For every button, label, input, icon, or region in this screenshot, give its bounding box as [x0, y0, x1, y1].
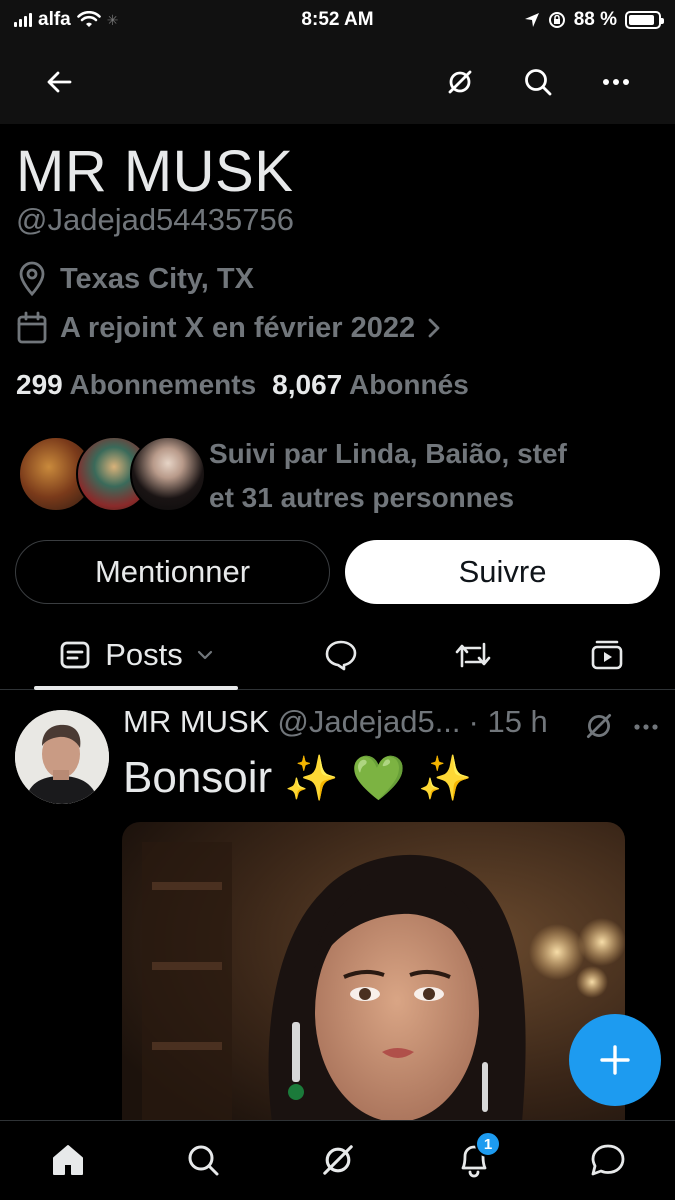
tab-posts-label: Posts: [105, 637, 183, 672]
active-tab-indicator: [34, 686, 238, 690]
mention-button[interactable]: Mentionner: [15, 540, 330, 604]
followed-by[interactable]: Suivi par Linda, Baião, stef et 31 autre…: [16, 432, 656, 522]
location-arrow-icon: [524, 13, 539, 27]
activity-spinner-icon: ✳: [106, 11, 119, 28]
post-grok-icon[interactable]: [583, 710, 615, 747]
messages-icon[interactable]: [583, 1135, 633, 1185]
followed-by-line2: et 31 autres personnes: [209, 482, 515, 513]
profile-location: Texas City, TX: [16, 261, 254, 297]
back-arrow-icon[interactable]: [37, 60, 81, 104]
following-label: Abonnements: [69, 369, 257, 400]
following-link[interactable]: 299 Abonnements: [16, 369, 256, 401]
sparkles-emoji: ✨: [417, 754, 473, 803]
repost-icon: [455, 642, 491, 668]
post-author-avatar[interactable]: [15, 710, 109, 804]
notifications-icon[interactable]: 1: [449, 1131, 501, 1185]
wifi-icon: [76, 11, 101, 27]
tab-replies[interactable]: [314, 620, 368, 690]
top-nav: [0, 40, 675, 124]
followed-by-line1: Suivi par Linda, Baião, stef: [209, 438, 567, 469]
status-right: 88 %: [431, 9, 664, 31]
post-author-name[interactable]: MR MUSK: [123, 704, 269, 740]
home-icon[interactable]: [43, 1135, 93, 1185]
more-icon[interactable]: [594, 60, 638, 104]
tab-posts[interactable]: Posts: [34, 620, 238, 690]
follow-button[interactable]: Suivre: [345, 540, 660, 604]
green-heart-emoji: 💚: [350, 754, 406, 803]
bottom-nav: 1: [0, 1120, 675, 1200]
post-text-body: Bonsoir: [123, 753, 273, 802]
plus-icon: [600, 1045, 630, 1075]
follower-avatar: [130, 436, 206, 512]
chevron-down-icon: [197, 650, 212, 660]
calendar-icon: [17, 311, 47, 344]
profile-joined[interactable]: A rejoint X en février 2022: [16, 311, 441, 345]
post-time: · 15 h: [468, 704, 548, 739]
rotation-lock-icon: [548, 12, 565, 28]
profile-tabs: Posts: [0, 620, 675, 690]
tab-media[interactable]: [580, 620, 634, 690]
profile-handle: @Jadejad54435756: [16, 202, 294, 237]
post-more-icon[interactable]: [633, 718, 659, 736]
post-author-handle[interactable]: @Jadejad5...: [277, 704, 460, 740]
signal-icon: [14, 13, 32, 27]
followers-link[interactable]: 8,067 Abonnés: [272, 369, 469, 401]
followers-label: Abonnés: [348, 369, 469, 400]
status-time: 8:52 AM: [301, 9, 374, 30]
status-bar: alfa ✳ 8:52 AM 88 %: [0, 0, 675, 40]
followed-by-text: Suivi par Linda, Baião, stef et 31 autre…: [209, 432, 567, 520]
chevron-right-icon: [428, 318, 440, 338]
compose-post-button[interactable]: [569, 1014, 661, 1106]
reply-icon: [325, 640, 357, 671]
followers-count: 8,067: [272, 369, 343, 400]
followed-by-avatars: [16, 436, 206, 516]
location-pin-icon: [19, 261, 45, 297]
search-icon[interactable]: [178, 1135, 228, 1185]
following-count: 299: [16, 369, 63, 400]
grok-icon[interactable]: [438, 60, 482, 104]
post-text: Bonsoir ✨ 💚 ✨: [123, 752, 473, 804]
carrier-name: alfa: [38, 9, 71, 30]
post-image[interactable]: [122, 822, 625, 1122]
sparkles-emoji: ✨: [284, 754, 339, 803]
battery-icon: [625, 11, 664, 29]
profile-actions: Mentionner Suivre: [15, 540, 660, 604]
profile-name: MR MUSK: [16, 139, 294, 204]
post-header: MR MUSK @Jadejad5... · 15 h: [123, 704, 548, 740]
notification-badge: 1: [475, 1131, 501, 1157]
status-left: alfa ✳: [14, 9, 244, 31]
tab-reposts[interactable]: [446, 620, 500, 690]
media-icon: [591, 640, 623, 670]
grok-icon[interactable]: [313, 1135, 363, 1185]
location-text: Texas City, TX: [60, 262, 254, 295]
joined-text: A rejoint X en février 2022: [60, 311, 416, 344]
posts-icon: [60, 641, 90, 669]
battery-percent: 88 %: [573, 9, 617, 30]
profile-stats: 299 Abonnements 8,067 Abonnés: [16, 369, 469, 401]
search-icon[interactable]: [516, 60, 560, 104]
